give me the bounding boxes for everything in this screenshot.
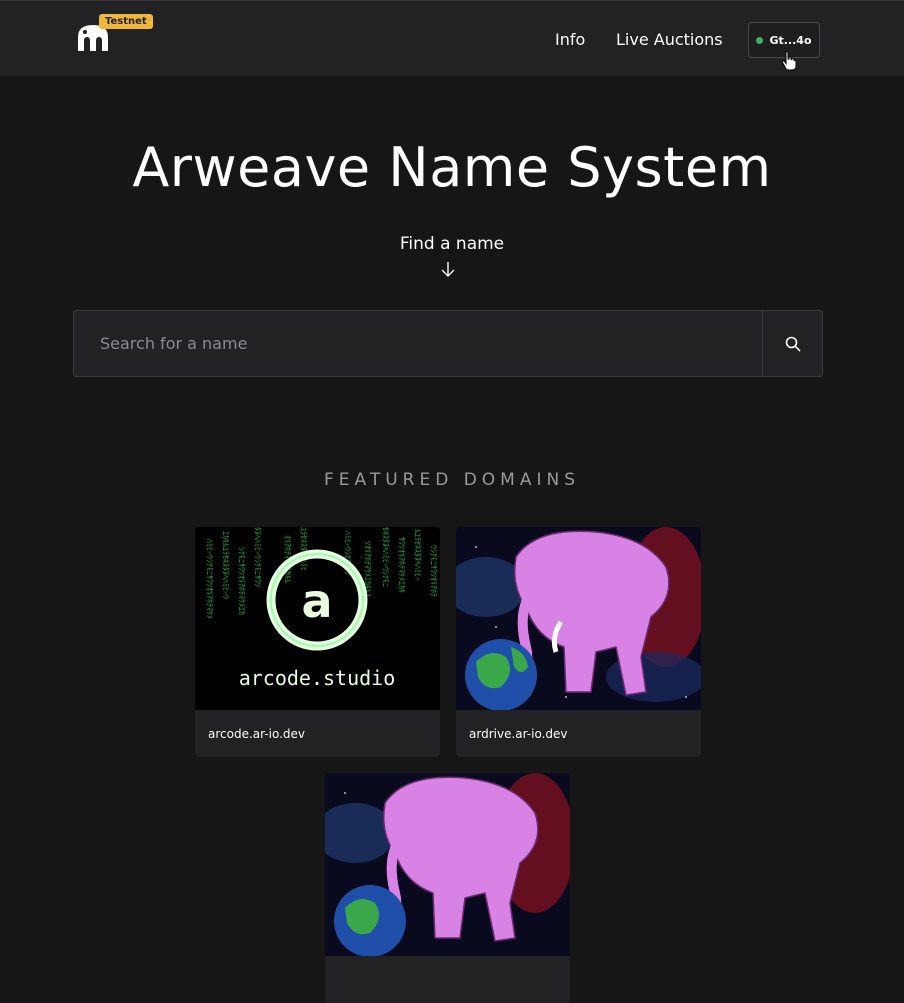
- svg-text:ﾊﾐﾋｰｳｼﾅﾓﾆｻﾜﾂｵﾘｱﾎﾃﾏｹﾒ: ﾊﾐﾋｰｳｼﾅﾓﾆｻﾜﾂｵﾘｱﾎﾃﾏｹﾒ: [205, 539, 214, 619]
- domain-card-label: arcode.ar-io.dev: [208, 726, 306, 741]
- svg-text:ﾕﾗｾﾈｽﾀﾇﾍﾊﾐﾋ: ﾕﾗｾﾈｽﾀﾇﾍﾊﾐﾋ: [299, 527, 308, 571]
- top-navbar: Testnet Info Live Auctions Gt...4o: [0, 0, 904, 76]
- search-bar: [73, 310, 823, 377]
- domain-card-3[interactable]: [325, 773, 570, 1003]
- find-a-name-label: Find a name: [399, 234, 505, 254]
- domain-card-image: [456, 527, 701, 710]
- search-icon: [785, 336, 801, 352]
- elephant-space-artwork: [456, 527, 701, 710]
- svg-text:ｾﾈｽﾀﾇﾍﾊﾐﾋｰｳｼﾅﾓﾆ: ｾﾈｽﾀﾇﾍﾊﾐﾋｰｳｼﾅﾓﾆ: [381, 527, 390, 587]
- matrix-artwork: ﾊﾐﾋｰｳｼﾅﾓﾆｻﾜﾂｵﾘｱﾎﾃﾏｹﾒ ｴｶｷﾑﾕﾗｾﾈｽﾀﾇﾍﾊﾐﾋｰｳ ｼ…: [195, 527, 440, 710]
- svg-text:ﾀﾇﾍﾊﾐﾋｰｳｼﾅﾓﾆｻﾜﾂ: ﾀﾇﾍﾊﾐﾋｰｳｼﾅﾓﾆｻﾜﾂ: [253, 527, 262, 587]
- arcode-image-text: arcode.studio: [239, 666, 396, 690]
- arcode-logo-letter: a: [301, 574, 332, 628]
- arrow-down-icon: [441, 262, 455, 277]
- connected-status-dot: [756, 36, 764, 44]
- svg-text:ｼﾅﾓﾆｻﾜﾂｵﾘｱﾎﾃﾏｹﾒｴｶ: ｼﾅﾓﾆｻﾜﾂｵﾘｱﾎﾃﾏｹﾒｴｶ: [237, 547, 246, 615]
- elephant-space-artwork: [325, 773, 570, 956]
- svg-text:ｳｼﾅﾓﾆｻﾜﾂｵﾘｱﾎﾃ: ｳｼﾅﾓﾆｻﾜﾂｵﾘｱﾎﾃ: [429, 545, 438, 597]
- domain-card-label: ardrive.ar-io.dev: [469, 726, 568, 741]
- page-title: Arweave Name System: [132, 136, 772, 199]
- search-button[interactable]: [762, 311, 822, 376]
- svg-text:ｻﾜﾂｵﾘｱﾎﾃﾏｹﾒｴｶｷ: ｻﾜﾂｵﾘｱﾎﾃﾏｹﾒｴｶｷ: [397, 537, 406, 593]
- nav-link-info[interactable]: Info: [555, 30, 585, 49]
- domain-card-image: [325, 773, 570, 956]
- svg-text:ｴｶｷﾑﾕﾗｾﾈｽﾀﾇﾍﾊﾐﾋｰｳ: ｴｶｷﾑﾕﾗｾﾈｽﾀﾇﾍﾊﾐﾋｰｳ: [221, 531, 230, 599]
- wallet-address: Gt...4o: [769, 33, 812, 47]
- domain-card-label: [325, 956, 570, 1003]
- domain-card-arcode[interactable]: ﾊﾐﾋｰｳｼﾅﾓﾆｻﾜﾂｵﾘｱﾎﾃﾏｹﾒ ｴｶｷﾑﾕﾗｾﾈｽﾀﾇﾍﾊﾐﾋｰｳ ｼ…: [195, 527, 440, 757]
- hand-pointer-icon: [781, 51, 797, 71]
- testnet-badge: Testnet: [99, 14, 153, 29]
- domain-card-image: ﾊﾐﾋｰｳｼﾅﾓﾆｻﾜﾂｵﾘｱﾎﾃﾏｹﾒ ｴｶｷﾑﾕﾗｾﾈｽﾀﾇﾍﾊﾐﾋｰｳ ｼ…: [195, 527, 440, 710]
- search-input[interactable]: [74, 311, 762, 376]
- nav-link-live-auctions[interactable]: Live Auctions: [616, 30, 723, 49]
- featured-domains-heading: FEATURED DOMAINS: [324, 470, 580, 490]
- domain-card-ardrive[interactable]: ardrive.ar-io.dev: [456, 527, 701, 757]
- svg-text:ﾑﾕﾗｾﾈｽﾀﾇﾍﾊﾐﾋｰ: ﾑﾕﾗｾﾈｽﾀﾇﾍﾊﾐﾋｰ: [413, 529, 422, 581]
